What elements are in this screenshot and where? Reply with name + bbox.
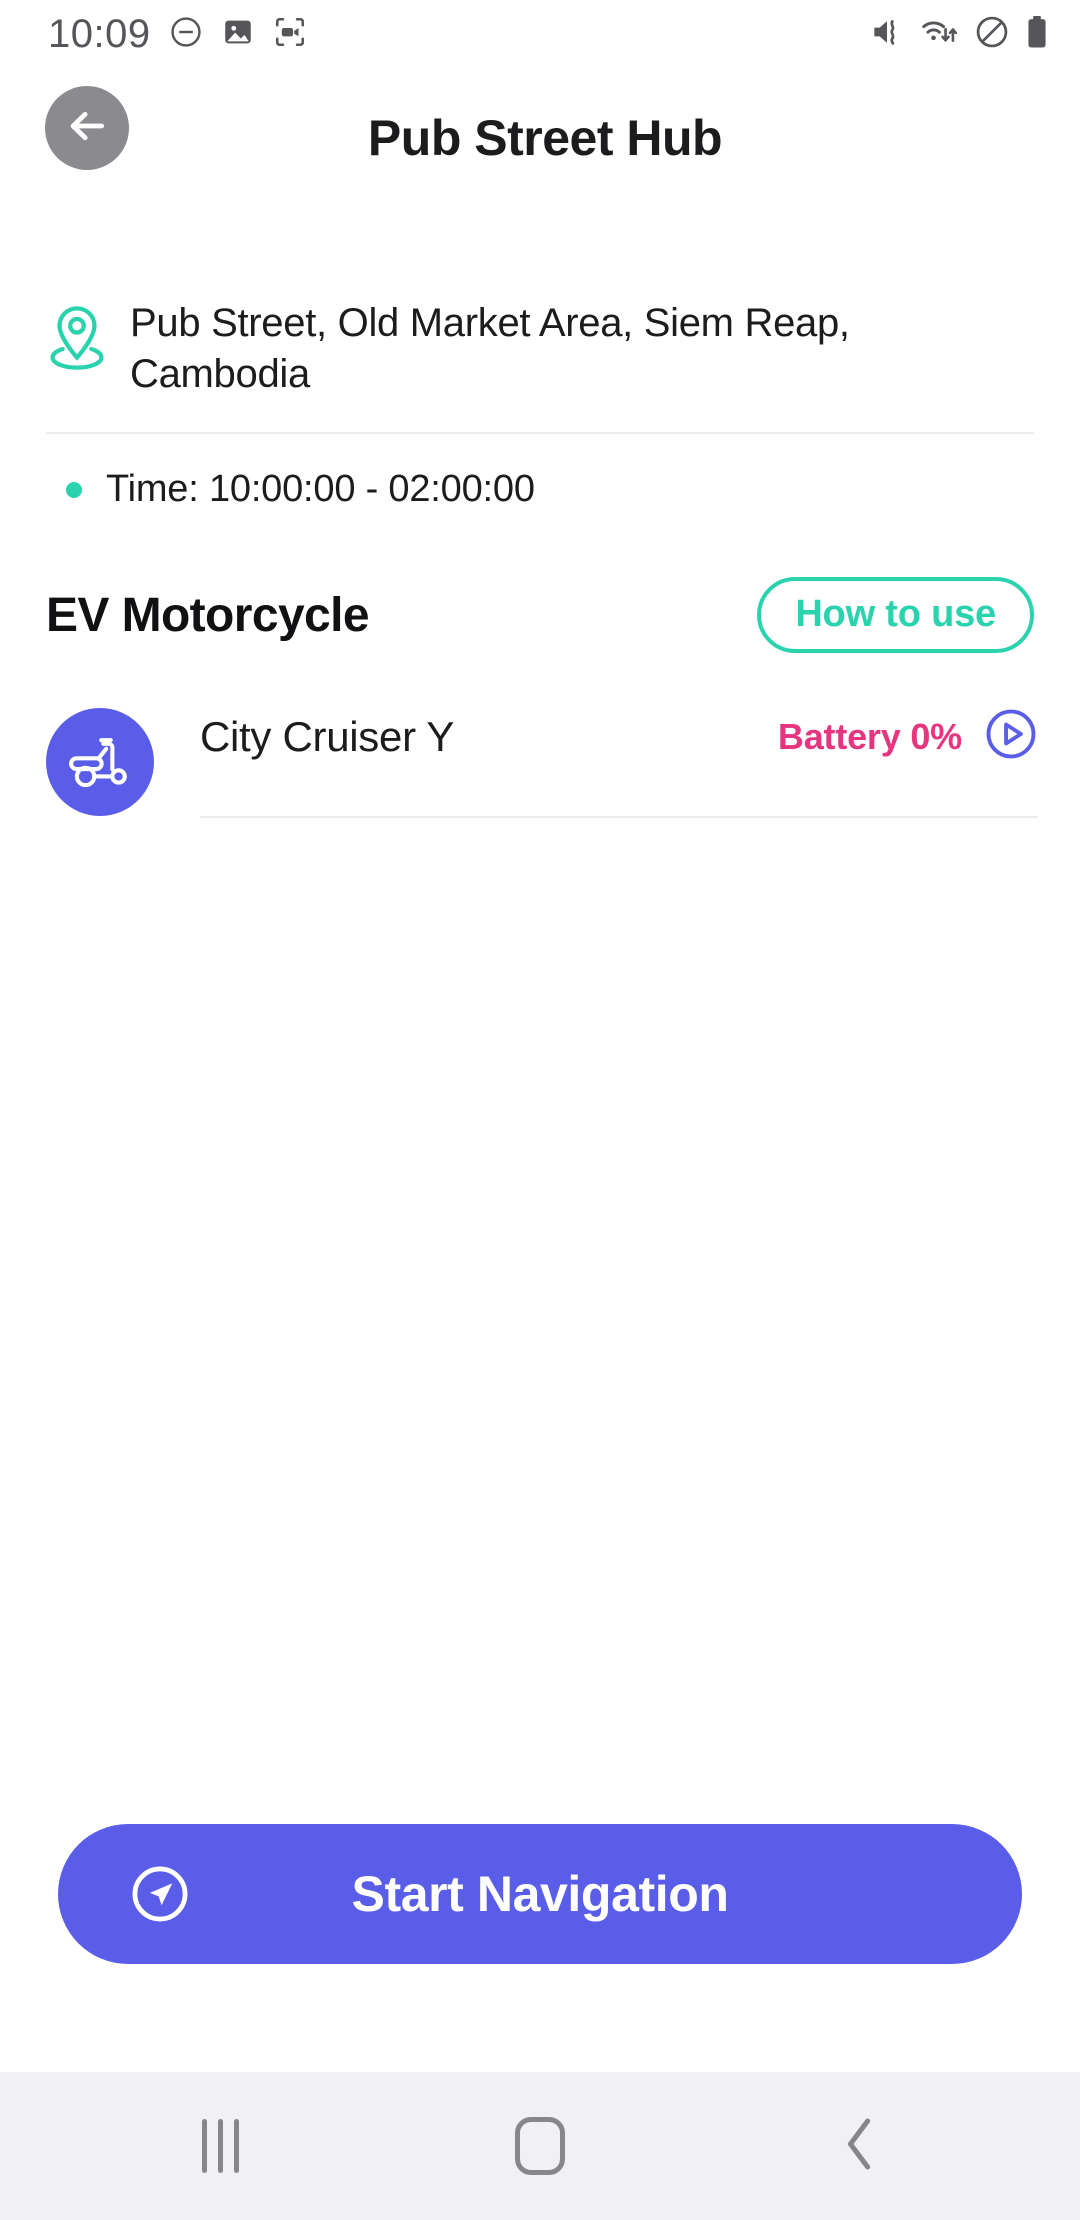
vehicle-section-header: EV Motorcycle How to use xyxy=(0,511,1080,654)
back-chevron-icon xyxy=(837,2113,883,2180)
blocked-icon xyxy=(974,14,1010,55)
image-icon xyxy=(221,15,255,54)
do-not-disturb-icon xyxy=(169,15,203,54)
navigation-arrow-icon xyxy=(128,1862,192,1926)
station-time-row: Time: 10:00:00 - 02:00:00 xyxy=(0,434,1080,511)
recents-button[interactable] xyxy=(130,2096,310,2196)
battery-status: Battery 0% xyxy=(777,715,962,757)
section-title: EV Motorcycle xyxy=(46,588,370,642)
time-bullet-icon xyxy=(66,481,82,498)
wifi-data-icon xyxy=(920,13,960,56)
app-bar: Pub Street Hub xyxy=(0,68,1080,208)
station-hours: Time: 10:00:00 - 02:00:00 xyxy=(106,468,535,511)
location-pin-icon xyxy=(46,298,108,375)
vehicle-list-item[interactable]: City Cruiser Y Battery 0% xyxy=(0,653,1080,819)
main-content: Pub Street, Old Market Area, Siem Reap, … xyxy=(0,208,1080,2072)
cta-container: Start Navigation xyxy=(0,1824,1080,1964)
station-address: Pub Street, Old Market Area, Siem Reap, … xyxy=(130,301,850,397)
vehicle-status-group: Battery 0% xyxy=(778,707,1038,766)
battery-icon xyxy=(1024,14,1050,55)
start-navigation-button[interactable]: Start Navigation xyxy=(58,1824,1022,1964)
back-button[interactable] xyxy=(45,86,129,170)
start-navigation-label: Start Navigation xyxy=(351,1866,729,1922)
play-circle-icon[interactable] xyxy=(984,707,1038,766)
status-bar-clock: 10:09 xyxy=(48,11,151,56)
recents-icon xyxy=(201,2119,239,2173)
home-icon xyxy=(515,2117,565,2175)
status-bar-right xyxy=(868,13,1050,56)
home-button[interactable] xyxy=(450,2096,630,2196)
system-back-button[interactable] xyxy=(770,2096,950,2196)
app-screen: 10:09 Pub Street Hub Pub Street, Old Mar… xyxy=(0,0,1080,2220)
scooter-icon xyxy=(46,707,154,816)
vehicle-details: City Cruiser Y Battery 0% xyxy=(200,705,1038,819)
how-to-use-button[interactable]: How to use xyxy=(757,577,1034,654)
vibrate-icon xyxy=(868,13,906,56)
system-navigation-bar xyxy=(0,2072,1080,2220)
vehicle-name: City Cruiser Y xyxy=(200,712,455,760)
station-address-row: Pub Street, Old Market Area, Siem Reap, … xyxy=(0,208,1080,400)
status-bar-left: 10:09 xyxy=(48,12,307,57)
status-bar: 10:09 xyxy=(0,0,1080,68)
arrow-left-icon xyxy=(65,104,109,153)
screen-recorder-icon xyxy=(273,15,307,54)
page-title: Pub Street Hub xyxy=(367,110,723,166)
